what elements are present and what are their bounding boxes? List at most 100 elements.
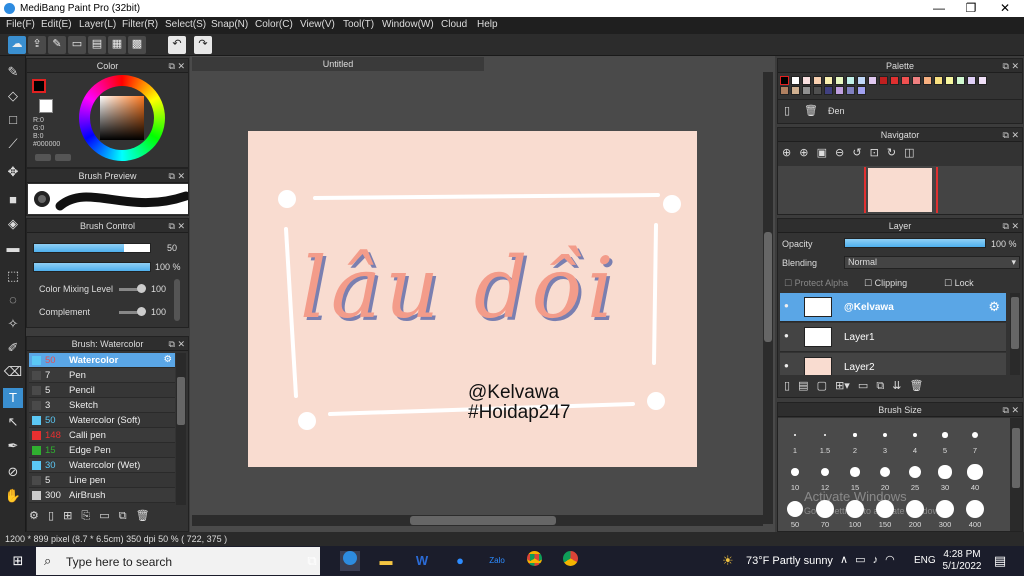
line-tool-icon[interactable]: ⟋: [3, 134, 23, 154]
taskbar-search-box[interactable]: ⌕ Type here to search: [36, 547, 320, 575]
menu-help[interactable]: Help: [477, 19, 498, 30]
palette-swatch[interactable]: [978, 76, 987, 85]
palette-swatch[interactable]: [791, 76, 800, 85]
flip-icon[interactable]: ◫: [904, 147, 914, 159]
palette-swatch[interactable]: [945, 76, 954, 85]
menu-file[interactable]: File(F): [6, 19, 35, 30]
palette-swatch[interactable]: [901, 76, 910, 85]
panel-controls-icon[interactable]: ⧉ ✕: [1003, 219, 1019, 233]
palette-swatch[interactable]: [923, 76, 932, 85]
speech-bubble-icon[interactable]: ▭: [68, 36, 86, 54]
chrome-profile-icon[interactable]: [560, 551, 580, 571]
grid-icon[interactable]: ▩: [128, 36, 146, 54]
fit-window-icon[interactable]: ▣: [817, 147, 827, 159]
drawing-canvas[interactable]: lâu dồi @Kelvawa #Hoidap247: [248, 131, 697, 467]
layer-opacity-slider[interactable]: [844, 238, 986, 248]
dropper-icon[interactable]: ✒: [3, 436, 23, 456]
new-halftone-layer-icon[interactable]: ▤: [798, 380, 808, 392]
windows-start-icon[interactable]: ⊞: [8, 551, 28, 571]
brush-control-scrollbar[interactable]: [174, 279, 180, 321]
zoom-in-icon[interactable]: ⊕: [799, 147, 808, 159]
menu-window[interactable]: Window(W): [382, 19, 434, 30]
zoom-out-icon[interactable]: ⊖: [835, 147, 844, 159]
brush-size-cell[interactable]: 1.5: [810, 420, 840, 456]
brush-list-item[interactable]: 7 Pen: [29, 368, 175, 383]
magic-wand-icon[interactable]: ✧: [3, 314, 23, 334]
rotate-left-icon[interactable]: ↺: [852, 147, 861, 159]
brush-size-cell[interactable]: 3: [870, 420, 900, 456]
text-tool-icon[interactable]: T: [3, 388, 23, 408]
input-language[interactable]: ENG: [914, 555, 936, 566]
brush-list-item[interactable]: 300 AirBrush: [29, 488, 175, 503]
speaker-icon[interactable]: ♪: [873, 554, 879, 566]
fill-rect-tool-icon[interactable]: ■: [3, 190, 23, 210]
palette-swatch[interactable]: [780, 86, 789, 95]
bucket-tool-icon[interactable]: ◈: [3, 214, 23, 234]
palette-swatch[interactable]: [824, 76, 833, 85]
zoom-app-icon[interactable]: ●: [450, 551, 470, 571]
palette-swatch[interactable]: [846, 86, 855, 95]
brush-list-scrollbar[interactable]: [176, 353, 186, 505]
select-rect-icon[interactable]: ⬚: [3, 266, 23, 286]
page-icon[interactable]: ▤: [88, 36, 106, 54]
menu-filter[interactable]: Filter(R): [122, 19, 158, 30]
brush-list-item[interactable]: 30 Watercolor (Wet): [29, 458, 175, 473]
brush-size-cell[interactable]: 5: [930, 420, 960, 456]
eye-icon[interactable]: ●: [784, 301, 789, 310]
select-eraser-icon[interactable]: ⌫: [3, 362, 23, 382]
share-icon[interactable]: ⇪: [28, 36, 46, 54]
brush-size-cell[interactable]: 25: [900, 457, 930, 493]
navigator-preview[interactable]: [778, 166, 1022, 214]
palette-swatch[interactable]: [824, 86, 833, 95]
medibang-app-icon[interactable]: [340, 551, 360, 571]
lasso-icon[interactable]: ◌: [3, 290, 23, 310]
brush-list-item[interactable]: 50 Watercolor (Soft): [29, 413, 175, 428]
weather-text[interactable]: 73°F Partly sunny: [746, 555, 833, 567]
hand-tool-icon[interactable]: ✋: [3, 486, 23, 506]
chrome-icon[interactable]: [524, 551, 544, 571]
folder-icon[interactable]: ▭: [99, 510, 109, 522]
palette-swatch[interactable]: [791, 86, 800, 95]
primary-color-swatch[interactable]: [32, 79, 46, 93]
clipping-checkbox[interactable]: ☐ Clipping: [864, 278, 907, 289]
eye-icon[interactable]: ●: [784, 331, 789, 340]
shape-tool-icon[interactable]: □: [3, 110, 23, 130]
brush-opacity-slider[interactable]: [33, 262, 151, 272]
panel-controls-icon[interactable]: ⧉ ✕: [1003, 59, 1019, 73]
menu-tool[interactable]: Tool(T): [343, 19, 374, 30]
gear-icon[interactable]: ⚙: [163, 354, 172, 365]
complement-handle[interactable]: [137, 307, 146, 316]
palette-swatch[interactable]: [857, 86, 866, 95]
page-list-icon[interactable]: ▦: [108, 36, 126, 54]
maximize-button[interactable]: ❐: [954, 0, 988, 17]
palette-swatch[interactable]: [835, 76, 844, 85]
redo-icon[interactable]: ↷: [194, 36, 212, 54]
select-pen-icon[interactable]: ✐: [3, 338, 23, 358]
add-brush-icon[interactable]: ⊞: [63, 510, 72, 522]
canvas-horizontal-scrollbar[interactable]: [192, 515, 763, 526]
gradient-tool-icon[interactable]: ▬: [3, 238, 23, 258]
menu-cloud[interactable]: Cloud: [441, 19, 467, 30]
panel-controls-icon[interactable]: ⧉ ✕: [169, 337, 185, 351]
document-tab[interactable]: Untitled: [192, 57, 484, 71]
brush-list-item[interactable]: 50 Watercolor ⚙: [29, 353, 175, 368]
panel-controls-icon[interactable]: ⧉ ✕: [1003, 128, 1019, 142]
chevron-up-icon[interactable]: ∧: [840, 554, 848, 566]
brush-size-slider[interactable]: [33, 243, 151, 253]
delete-brush-icon[interactable]: 🗑: [136, 510, 150, 522]
brush-tool-icon[interactable]: ✎: [3, 62, 23, 82]
palette-swatch[interactable]: [846, 76, 855, 85]
layer-folder-icon[interactable]: ▭: [858, 380, 868, 392]
merge-layer-icon[interactable]: ⇊: [892, 380, 901, 392]
zoom-fit-icon[interactable]: ⊕: [782, 147, 791, 159]
palette-swatch[interactable]: [912, 76, 921, 85]
brush-list-item[interactable]: 5 Line pen: [29, 473, 175, 488]
menu-color[interactable]: Color(C): [255, 19, 293, 30]
protect-alpha-checkbox[interactable]: ☐ Protect Alpha: [784, 278, 848, 289]
rotate-right-icon[interactable]: ↻: [887, 147, 896, 159]
brush-size-cell[interactable]: 2: [840, 420, 870, 456]
brush-size-cell[interactable]: 40: [960, 457, 990, 493]
brush-size-cell[interactable]: 10: [780, 457, 810, 493]
brush-list-item[interactable]: 5 Pencil: [29, 383, 175, 398]
move-tool-icon[interactable]: ✥: [3, 162, 23, 182]
